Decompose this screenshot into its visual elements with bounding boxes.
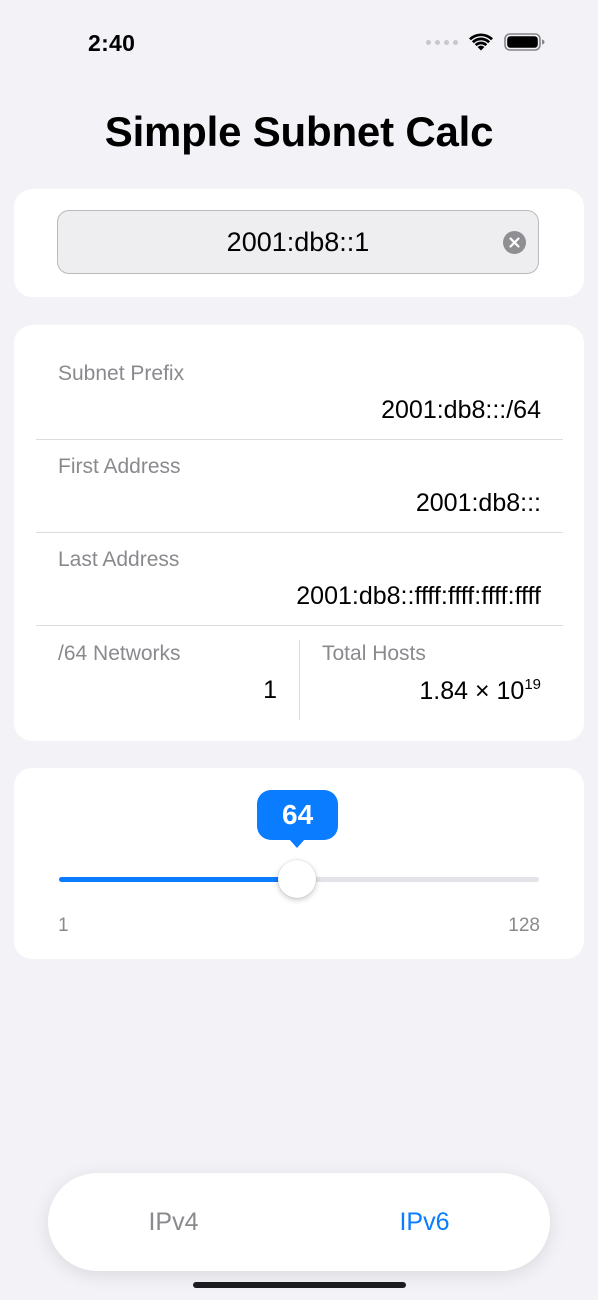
total-hosts-exponent: 19 — [524, 676, 541, 693]
total-hosts-value: 1.84 × 1019 — [419, 676, 541, 706]
results-card: Subnet Prefix 2001:db8:::/64 First Addre… — [14, 325, 584, 741]
subnet-prefix-row: Subnet Prefix 2001:db8:::/64 — [36, 325, 563, 440]
clear-circle-icon[interactable] — [503, 231, 526, 254]
status-icons — [426, 32, 546, 52]
first-address-row: First Address 2001:db8::: — [36, 439, 563, 533]
counts-row: /64 Networks 1 Total Hosts 1.84 × 1019 — [36, 626, 563, 720]
slider-bubble-tail — [289, 839, 306, 848]
address-input[interactable] — [58, 211, 538, 273]
status-time: 2:40 — [88, 30, 136, 56]
subnet-prefix-value: 2001:db8:::/64 — [381, 396, 541, 424]
slider-max-label: 128 — [508, 915, 540, 936]
networks-cell: /64 Networks 1 — [36, 640, 300, 720]
last-address-row: Last Address 2001:db8::ffff:ffff:ffff:ff… — [36, 532, 563, 626]
home-indicator — [193, 1282, 406, 1288]
total-hosts-cell: Total Hosts 1.84 × 1019 — [300, 640, 563, 720]
first-address-label: First Address — [58, 455, 181, 478]
slider-value-bubble: 64 — [257, 790, 339, 840]
prefix-slider-card: 64 1 128 — [14, 768, 584, 959]
status-bar: 2:40 — [0, 0, 598, 90]
networks-label: /64 Networks — [58, 642, 181, 665]
slider-min-label: 1 — [58, 915, 69, 936]
page-title: Simple Subnet Calc — [104, 108, 494, 155]
ip-version-tab-bar: IPv4 IPv6 — [48, 1173, 550, 1271]
address-input-card — [14, 189, 584, 297]
address-input-box[interactable] — [57, 210, 539, 274]
total-hosts-mantissa: 1.84 × 10 — [419, 677, 525, 705]
tab-ipv6[interactable]: IPv6 — [299, 1173, 550, 1271]
first-address-value: 2001:db8::: — [415, 489, 541, 517]
prefix-slider-thumb[interactable] — [278, 860, 317, 898]
cellular-signal-icon — [426, 39, 458, 45]
close-icon — [509, 237, 520, 248]
last-address-value: 2001:db8::ffff:ffff:ffff:ffff — [296, 582, 541, 610]
battery-icon — [504, 33, 545, 51]
prefix-slider-fill — [59, 877, 298, 882]
total-hosts-label: Total Hosts — [322, 642, 426, 665]
tab-ipv4[interactable]: IPv4 — [48, 1173, 299, 1271]
networks-value: 1 — [263, 676, 277, 704]
subnet-prefix-label: Subnet Prefix — [58, 362, 185, 385]
last-address-label: Last Address — [58, 548, 180, 571]
wifi-icon — [469, 33, 493, 51]
